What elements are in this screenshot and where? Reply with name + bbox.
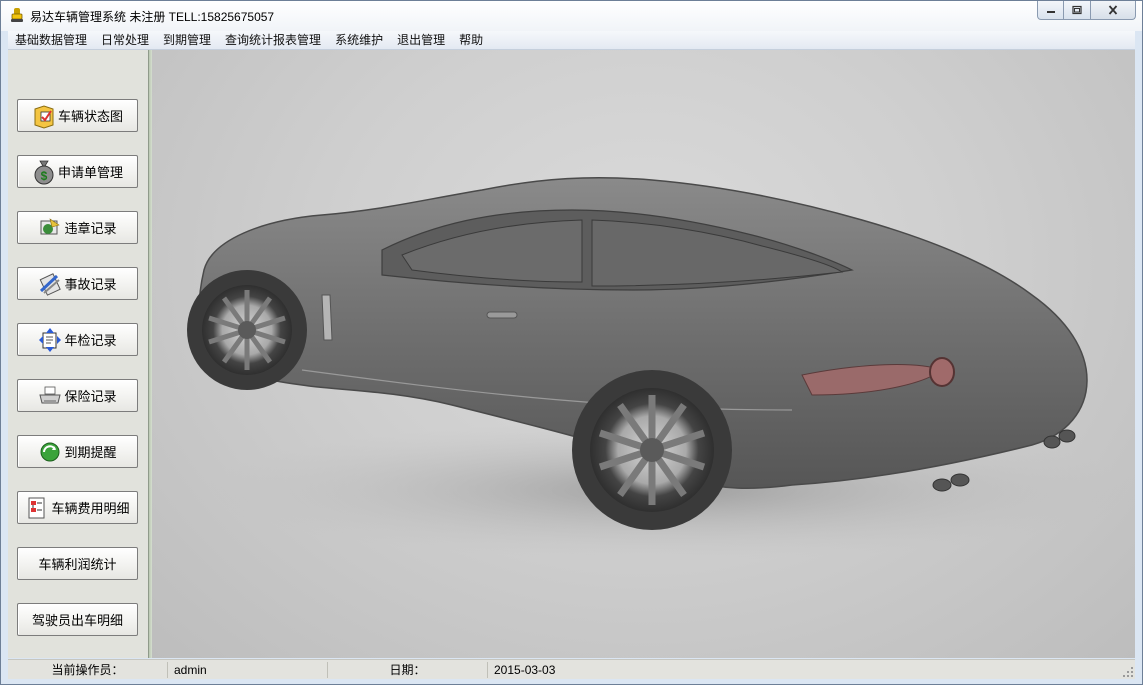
menu-item-daily[interactable]: 日常处理: [94, 31, 156, 49]
window-title: 易达车辆管理系统 未注册 TELL:15825675057: [30, 10, 275, 24]
menu-item-help[interactable]: 帮助: [452, 31, 490, 49]
operator-label: 当前操作员：: [8, 662, 168, 678]
operator-value: admin: [172, 662, 328, 678]
restore-icon: [1072, 5, 1082, 15]
vehicle-cost-detail-label: 车辆费用明细: [51, 501, 130, 516]
title-bar[interactable]: 易达车辆管理系统 未注册 TELL:15825675057: [1, 1, 1142, 31]
minimize-button[interactable]: [1037, 1, 1064, 20]
expiry-reminder-label: 到期提醒: [64, 445, 117, 460]
menu-item-reports[interactable]: 查询统计报表管理: [218, 31, 328, 49]
menu-item-basic-data[interactable]: 基础数据管理: [8, 31, 94, 49]
annual-inspection-button[interactable]: 年检记录: [17, 323, 138, 356]
vehicle-status-button[interactable]: 车辆状态图: [17, 99, 138, 132]
vehicle-status-icon: [34, 104, 54, 129]
sports-car-image: [187, 176, 1135, 560]
vehicle-status-label: 车辆状态图: [57, 109, 123, 124]
insurance-record-button[interactable]: 保险记录: [17, 379, 138, 412]
driver-trip-detail-label: 驾驶员出车明细: [31, 613, 123, 628]
close-button[interactable]: [1091, 1, 1136, 20]
violation-record-button[interactable]: 违章记录: [17, 211, 138, 244]
resize-grip-icon[interactable]: [1122, 666, 1134, 678]
status-bar: 当前操作员： admin 日期： 2015-03-03: [8, 659, 1135, 679]
date-label: 日期：: [328, 662, 488, 678]
application-management-button[interactable]: $ 申请单管理: [17, 155, 138, 188]
annual-inspection-label: 年检记录: [64, 333, 117, 348]
window-controls: [1037, 1, 1136, 21]
menu-item-system[interactable]: 系统维护: [328, 31, 390, 49]
driver-trip-detail-button[interactable]: 驾驶员出车明细: [17, 603, 138, 636]
vehicle-cost-detail-button[interactable]: 车辆费用明细: [17, 491, 138, 524]
svg-text:$: $: [41, 169, 48, 183]
accident-record-label: 事故记录: [64, 277, 117, 292]
background-image: [152, 50, 1135, 658]
inspection-icon: [39, 327, 62, 352]
reminder-icon: [40, 442, 60, 461]
accident-record-button[interactable]: 事故记录: [17, 267, 138, 300]
violation-icon: [40, 217, 61, 234]
application-management-label: 申请单管理: [57, 165, 123, 180]
date-value: 2015-03-03: [494, 663, 556, 677]
money-bag-icon: $: [34, 160, 54, 184]
vehicle-profit-stats-label: 车辆利润统计: [38, 557, 117, 572]
menu-bar: 基础数据管理 日常处理 到期管理 查询统计报表管理 系统维护 退出管理 帮助: [8, 31, 1135, 50]
menu-item-exit[interactable]: 退出管理: [390, 31, 452, 49]
expiry-reminder-button[interactable]: 到期提醒: [17, 435, 138, 468]
printer-icon: [39, 386, 62, 403]
app-window: 易达车辆管理系统 未注册 TELL:15825675057 基础数据管理 日常处…: [0, 0, 1143, 685]
app-logo-icon: [11, 8, 23, 22]
cost-detail-icon: [28, 497, 45, 518]
sidebar: 车辆状态图 $ 申请单管理 违章记录 事故记录 年检记录 保险记录 到期提醒 车…: [8, 50, 149, 658]
client-area: 车辆状态图 $ 申请单管理 违章记录 事故记录 年检记录 保险记录 到期提醒 车…: [8, 50, 1135, 658]
minimize-icon: [1046, 11, 1055, 13]
accident-icon: [40, 272, 62, 296]
vehicle-profit-stats-button[interactable]: 车辆利润统计: [17, 547, 138, 580]
restore-button[interactable]: [1064, 1, 1091, 20]
menu-item-expiry[interactable]: 到期管理: [156, 31, 218, 49]
violation-record-label: 违章记录: [64, 221, 117, 236]
close-icon: [1108, 5, 1118, 15]
insurance-record-label: 保险记录: [64, 389, 117, 404]
